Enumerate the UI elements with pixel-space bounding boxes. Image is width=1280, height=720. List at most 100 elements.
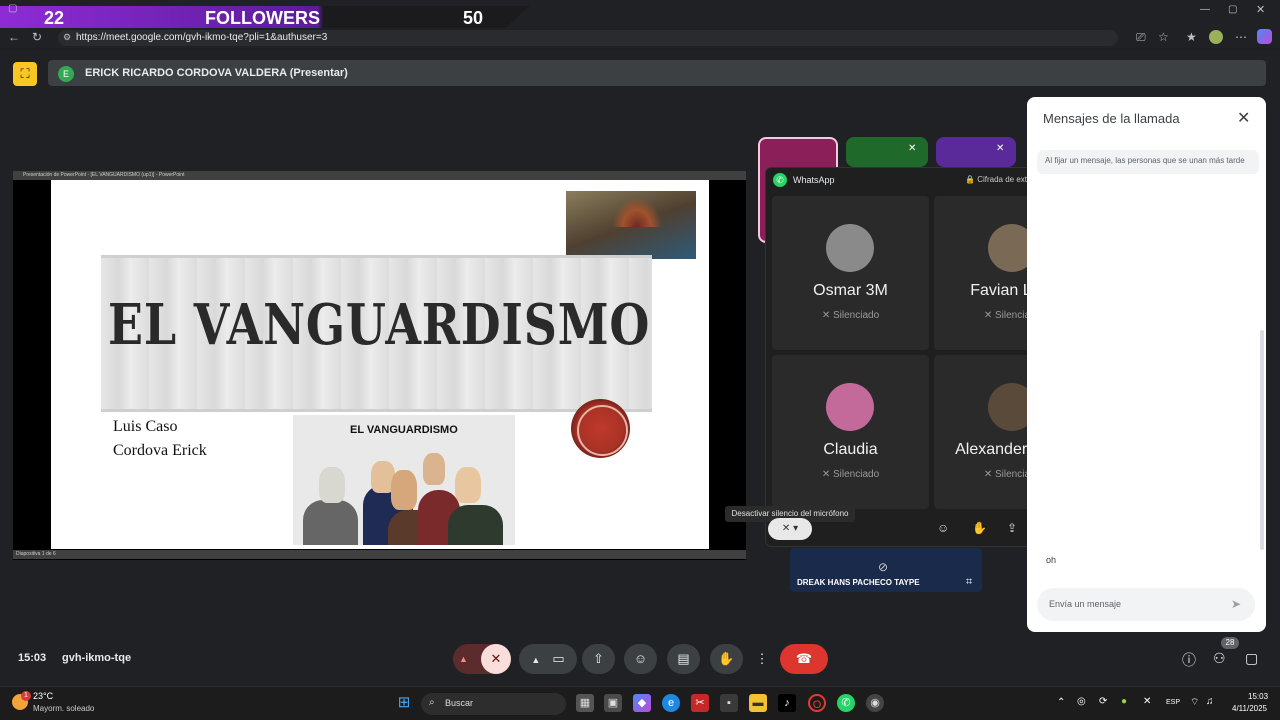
- site-info-icon[interactable]: ⚙: [63, 32, 71, 43]
- participant-tile: ✕: [846, 137, 928, 167]
- profile-avatar[interactable]: [1209, 30, 1223, 44]
- presenter-avatar: E: [58, 66, 74, 82]
- raise-hand-button[interactable]: ✋: [710, 644, 743, 674]
- chevron-up-icon[interactable]: ▲: [459, 644, 468, 674]
- raise-hand-icon[interactable]: ✋: [972, 521, 987, 535]
- weather-desc[interactable]: Mayorm. soleado: [33, 704, 94, 713]
- presentation-stop-icon[interactable]: ⛶: [13, 62, 37, 86]
- cast-icon[interactable]: ⎚: [1136, 30, 1146, 45]
- search-icon: ⌕: [429, 697, 435, 708]
- participant-avatar: [826, 224, 874, 272]
- participant-status: ✕ Silenciado: [772, 310, 929, 321]
- present-button[interactable]: ⇧: [582, 644, 615, 674]
- camera-off-icon: ⊘: [878, 560, 889, 574]
- clock-date[interactable]: 4/11/2025: [1232, 704, 1267, 713]
- opera-icon[interactable]: O: [808, 694, 826, 712]
- app-icon[interactable]: ◉: [866, 694, 884, 712]
- presenter-name: ERICK RICARDO CORDOVA VALDERA (Presentar…: [85, 67, 348, 79]
- share-screen-icon[interactable]: ⇪: [1007, 521, 1017, 535]
- clock-time[interactable]: 15:03: [1248, 692, 1268, 701]
- chevron-up-icon[interactable]: ⌃: [1057, 697, 1065, 708]
- muted-mic-icon: ✕: [821, 469, 833, 480]
- more-options-icon[interactable]: ⋮: [750, 644, 774, 674]
- wa-mic-toggle[interactable]: ✕ ▾: [768, 518, 812, 540]
- task-view-icon[interactable]: ▦: [576, 694, 594, 712]
- author-2: Cordova Erick: [113, 442, 207, 459]
- wa-participant-tile: Claudia ✕ Silenciado: [772, 355, 929, 509]
- surrealist-painting-image: [566, 191, 696, 259]
- snipping-tool-icon[interactable]: ✂: [691, 694, 709, 712]
- url-text: https://meet.google.com/gvh-ikmo-tqe?pli…: [76, 32, 328, 43]
- taskbar-search[interactable]: ⌕ Buscar: [421, 693, 566, 715]
- language-indicator[interactable]: ESP: [1166, 699, 1180, 706]
- windows-start-icon[interactable]: ⊞: [395, 694, 413, 712]
- more-icon[interactable]: ⋯: [1235, 30, 1247, 44]
- reload-icon[interactable]: ↻: [32, 30, 42, 44]
- chat-panel: [1027, 97, 1266, 632]
- pinned-info: Al fijar un mensaje, las personas que se…: [1037, 150, 1259, 174]
- chat-scrollbar[interactable]: [1260, 330, 1264, 550]
- participant-status-label: Silenciado: [833, 310, 880, 321]
- chat-title: Mensajes de la llamada: [1043, 111, 1180, 126]
- search-label: Buscar: [445, 698, 474, 708]
- camera-button[interactable]: ▲ ▭: [519, 644, 577, 674]
- bookmark-icon[interactable]: ☆: [1158, 30, 1169, 44]
- ppt-status-bar: Diapositiva 1 de 6: [13, 550, 746, 559]
- ppt-window-title: Presentación de PowerPoint - [EL VANGUAR…: [13, 171, 746, 180]
- wifi-icon[interactable]: ⌔: [1190, 696, 1199, 709]
- wa-participant-tile: Osmar 3M ✕ Silenciado: [772, 196, 929, 350]
- people-icon[interactable]: ⚇: [1213, 650, 1226, 667]
- muted-mic-icon: ✕: [908, 143, 917, 154]
- back-icon[interactable]: ←: [8, 30, 20, 44]
- store-icon[interactable]: ▣: [604, 694, 622, 712]
- people-count-badge: 28: [1221, 637, 1239, 649]
- captions-button[interactable]: ▤: [667, 644, 700, 674]
- illustration-label: EL VANGUARDISMO: [350, 424, 458, 436]
- camera-icon: ▭: [552, 651, 565, 666]
- tray-icon[interactable]: ◎: [1077, 696, 1086, 707]
- edge-icon[interactable]: e: [662, 694, 680, 712]
- info-icon[interactable]: ⓘ: [1182, 650, 1196, 670]
- muted-mic-icon: ✕: [983, 310, 995, 321]
- favorites-icon[interactable]: ★: [1186, 30, 1197, 44]
- sync-icon[interactable]: ⟳: [1099, 696, 1107, 707]
- red-seal-decoration: [571, 399, 630, 458]
- crop-icon[interactable]: ⌗: [966, 576, 972, 589]
- participant-status-label: Silenciado: [833, 469, 880, 480]
- leave-call-button[interactable]: ☎: [780, 644, 828, 674]
- participant-name: DREAK HANS PACHECO TAYPE: [797, 578, 920, 587]
- mic-button[interactable]: ▲ ✕: [453, 644, 511, 674]
- chevron-up-icon[interactable]: ▲: [531, 655, 540, 665]
- mic-muted-tray-icon[interactable]: ✕: [1143, 696, 1151, 707]
- copilot-app-icon[interactable]: ◆: [633, 694, 651, 712]
- send-icon[interactable]: ➤: [1231, 597, 1241, 611]
- chat-message: oh: [1046, 555, 1057, 565]
- chat-icon[interactable]: ▢: [1245, 650, 1258, 667]
- followers-label: FOLLOWERS: [205, 8, 320, 28]
- maximize-icon[interactable]: ▢: [1228, 4, 1237, 15]
- mic-off-icon[interactable]: ✕: [481, 644, 511, 674]
- chat-close-icon[interactable]: ✕: [1237, 108, 1250, 128]
- muted-mic-icon: ✕: [821, 310, 833, 321]
- participant-status: ✕ Silenciado: [772, 469, 929, 480]
- followers-right-count: 50: [463, 8, 484, 28]
- volume-icon[interactable]: ♫: [1206, 696, 1214, 707]
- weather-temp[interactable]: 23°C: [33, 691, 53, 701]
- tiktok-icon[interactable]: ♪: [778, 694, 796, 712]
- copilot-icon[interactable]: [1257, 29, 1272, 44]
- app-icon[interactable]: ▪: [720, 694, 738, 712]
- participant-name: Osmar 3M: [813, 282, 888, 299]
- tray-app-icon[interactable]: ●: [1121, 696, 1127, 707]
- emoji-button[interactable]: ☺: [624, 644, 657, 674]
- whatsapp-taskbar-icon[interactable]: ✆: [837, 694, 855, 712]
- file-explorer-icon[interactable]: ▬: [749, 694, 767, 712]
- reactions-icon[interactable]: ☺: [937, 521, 949, 535]
- minimize-icon[interactable]: —: [1200, 4, 1210, 15]
- tab-icon[interactable]: ▢: [8, 3, 17, 14]
- close-icon[interactable]: ✕: [1256, 3, 1265, 16]
- chat-input[interactable]: Envía un mensaje: [1037, 588, 1255, 621]
- url-input[interactable]: ⚙ https://meet.google.com/gvh-ikmo-tqe?p…: [58, 30, 1118, 46]
- slide-title: EL VANGUARDISMO: [108, 292, 651, 358]
- muted-mic-icon: ✕: [983, 469, 995, 480]
- participant-avatar: [826, 383, 874, 431]
